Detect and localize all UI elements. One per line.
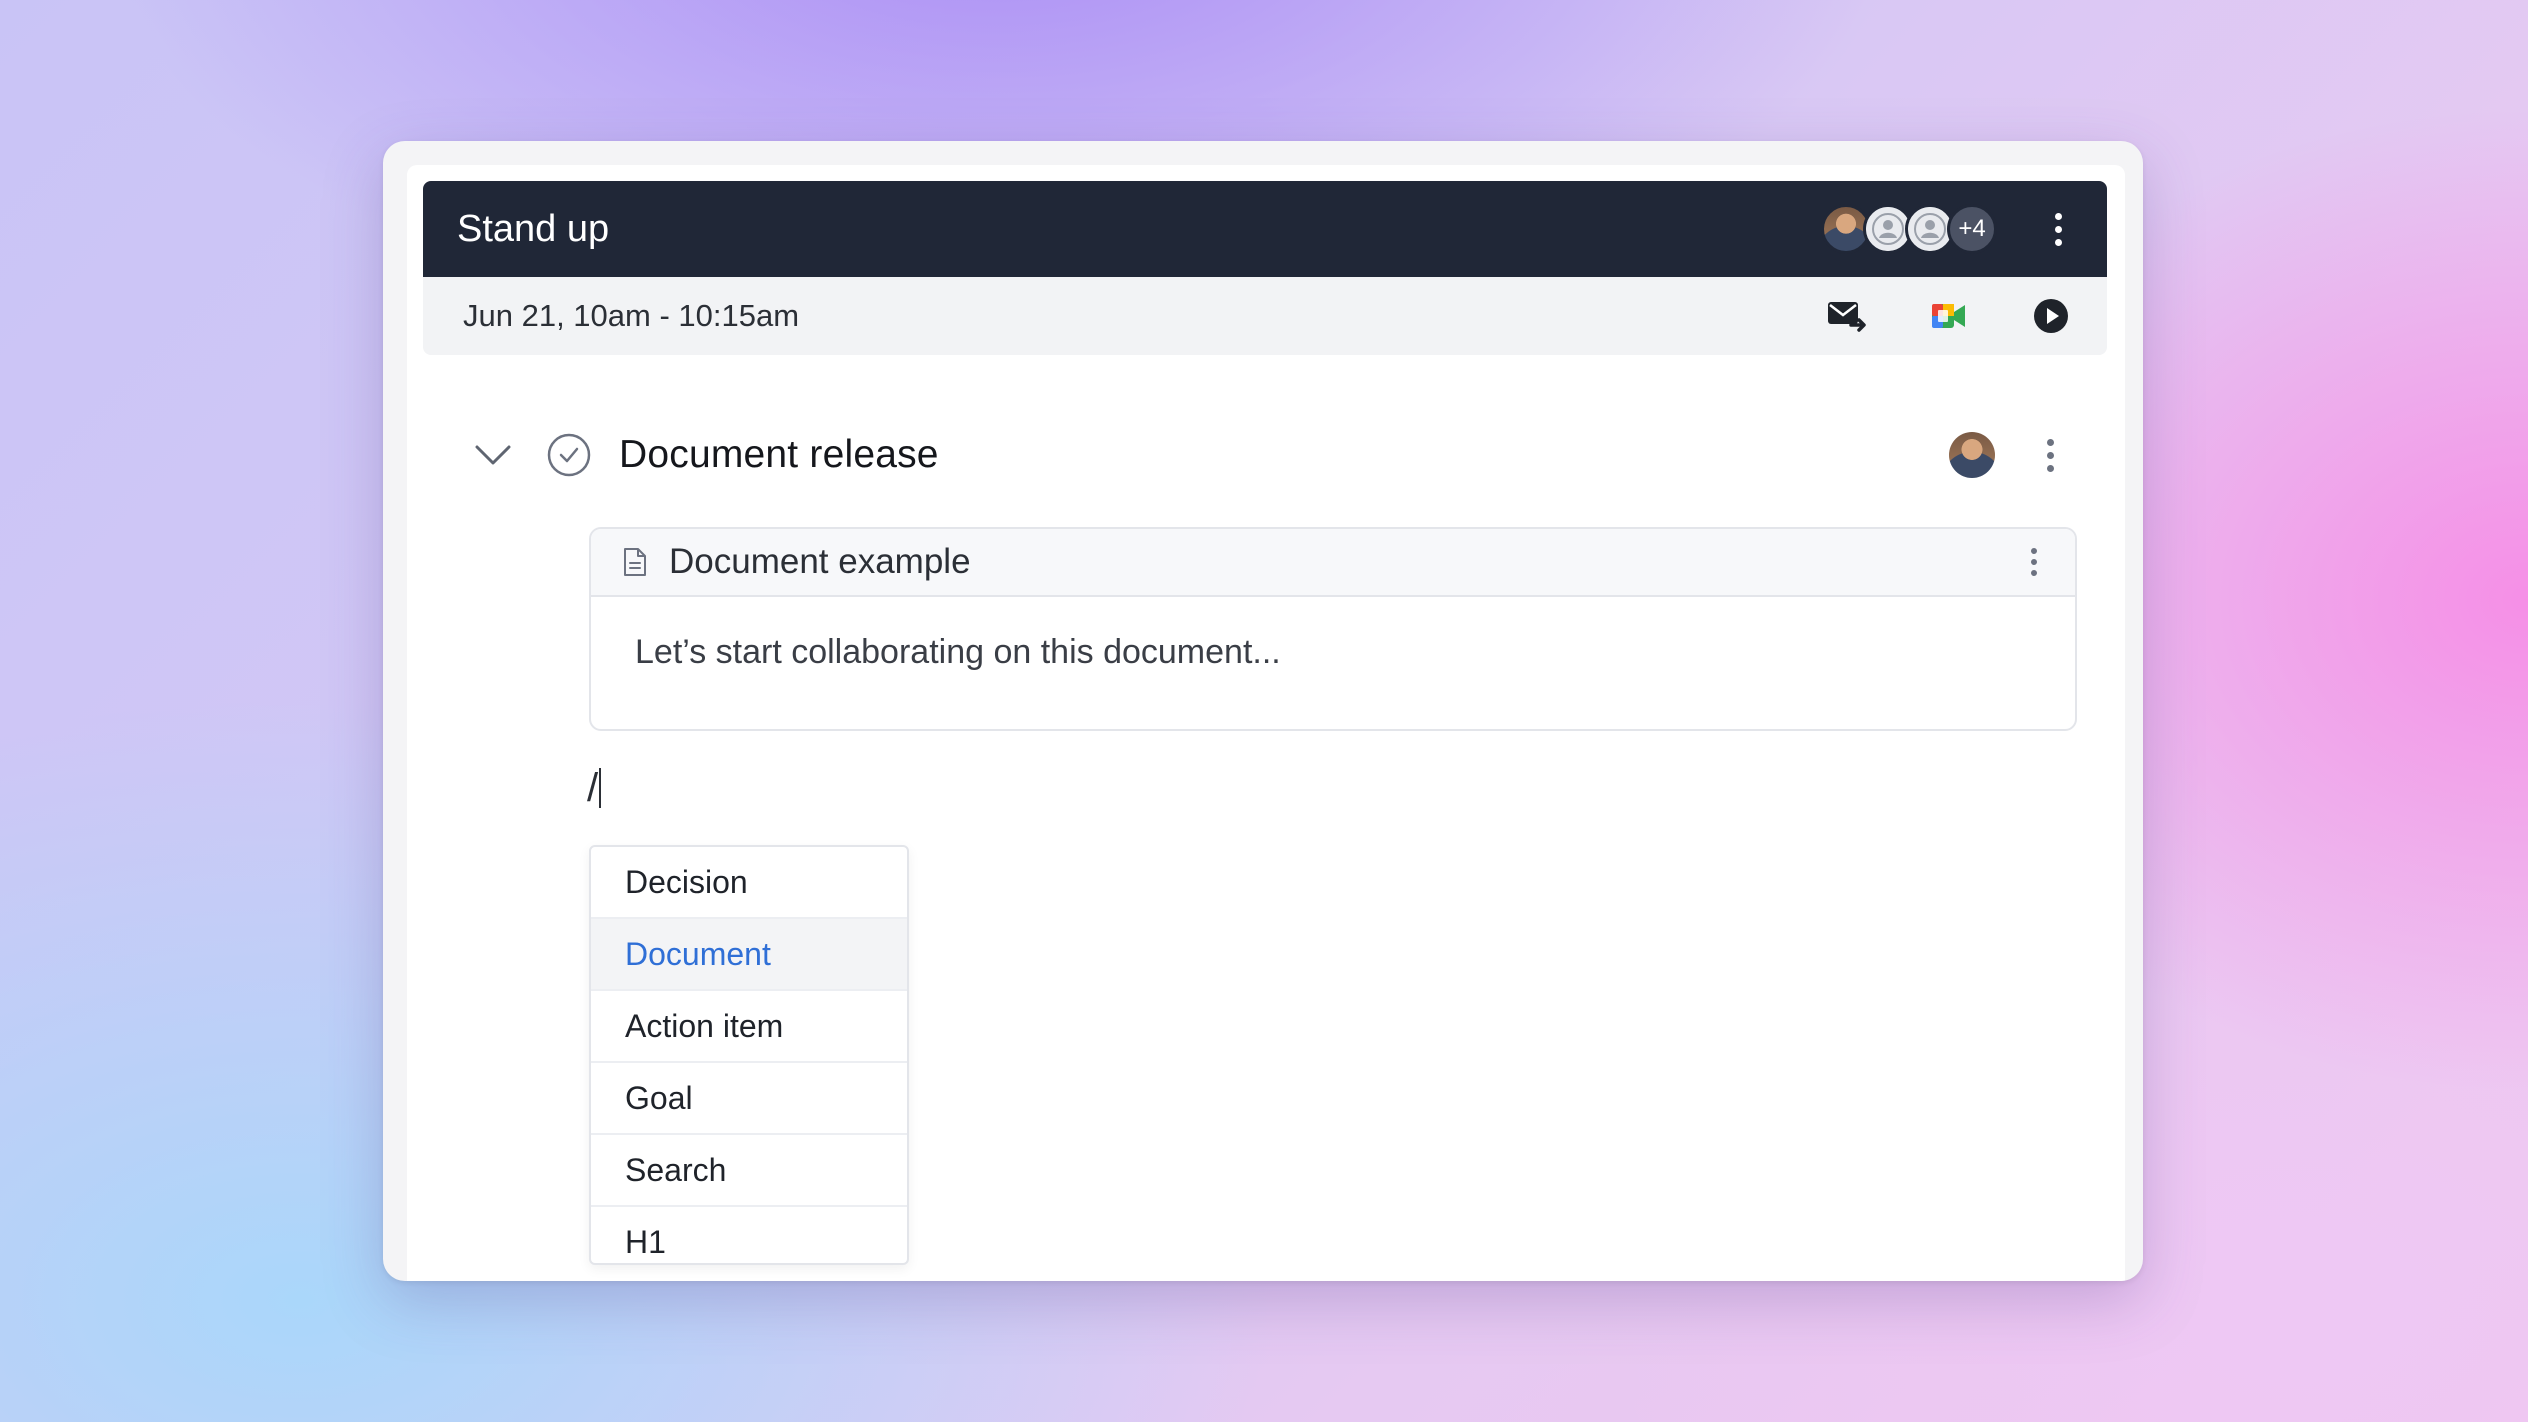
play-icon[interactable] bbox=[2031, 296, 2071, 336]
video-call-icon[interactable] bbox=[1929, 296, 1969, 336]
menu-item-goal[interactable]: Goal bbox=[591, 1063, 907, 1135]
complete-check-icon[interactable] bbox=[545, 431, 593, 479]
agenda-item-title[interactable]: Document release bbox=[619, 433, 1949, 477]
meeting-sheet: Stand up +4 Jun 21, 10am - 10:15am Docum… bbox=[407, 165, 2125, 1281]
meeting-window: Stand up +4 Jun 21, 10am - 10:15am Docum… bbox=[383, 141, 2143, 1281]
agenda-item: Document release bbox=[471, 425, 2065, 485]
extra-attendees-count[interactable]: +4 bbox=[1947, 204, 1997, 254]
slash-command-menu: Decision Document Action item Goal Searc… bbox=[589, 845, 909, 1265]
meeting-time: Jun 21, 10am - 10:15am bbox=[463, 298, 800, 333]
meeting-header: Stand up +4 bbox=[423, 181, 2107, 277]
menu-item-action-item[interactable]: Action item bbox=[591, 991, 907, 1063]
document-title[interactable]: Document example bbox=[669, 542, 2019, 582]
meeting-title: Stand up bbox=[457, 207, 610, 250]
document-body[interactable]: Let’s start collaborating on this docume… bbox=[591, 597, 2075, 708]
chevron-down-icon[interactable] bbox=[471, 433, 515, 477]
slash-command-text: / bbox=[587, 765, 599, 810]
document-icon bbox=[619, 546, 651, 578]
document-card: Document example Let’s start collaborati… bbox=[589, 527, 2077, 731]
menu-item-h1[interactable]: H1 bbox=[591, 1207, 907, 1263]
menu-item-document[interactable]: Document bbox=[591, 919, 907, 991]
meeting-subheader: Jun 21, 10am - 10:15am bbox=[423, 277, 2107, 355]
menu-item-decision[interactable]: Decision bbox=[591, 847, 907, 919]
assignee-avatar[interactable] bbox=[1949, 432, 1995, 478]
document-menu-icon[interactable] bbox=[2019, 537, 2049, 587]
attendee-avatars[interactable]: +4 bbox=[1821, 204, 1997, 254]
agenda-item-menu-icon[interactable] bbox=[2035, 430, 2065, 480]
user-icon bbox=[1866, 207, 1910, 251]
document-card-header: Document example bbox=[591, 529, 2075, 597]
email-forward-icon[interactable] bbox=[1827, 296, 1867, 336]
menu-item-search[interactable]: Search bbox=[591, 1135, 907, 1207]
meeting-menu-icon[interactable] bbox=[2043, 204, 2073, 254]
editor-input[interactable]: / bbox=[587, 763, 602, 813]
user-icon bbox=[1908, 207, 1952, 251]
text-caret bbox=[599, 768, 602, 808]
